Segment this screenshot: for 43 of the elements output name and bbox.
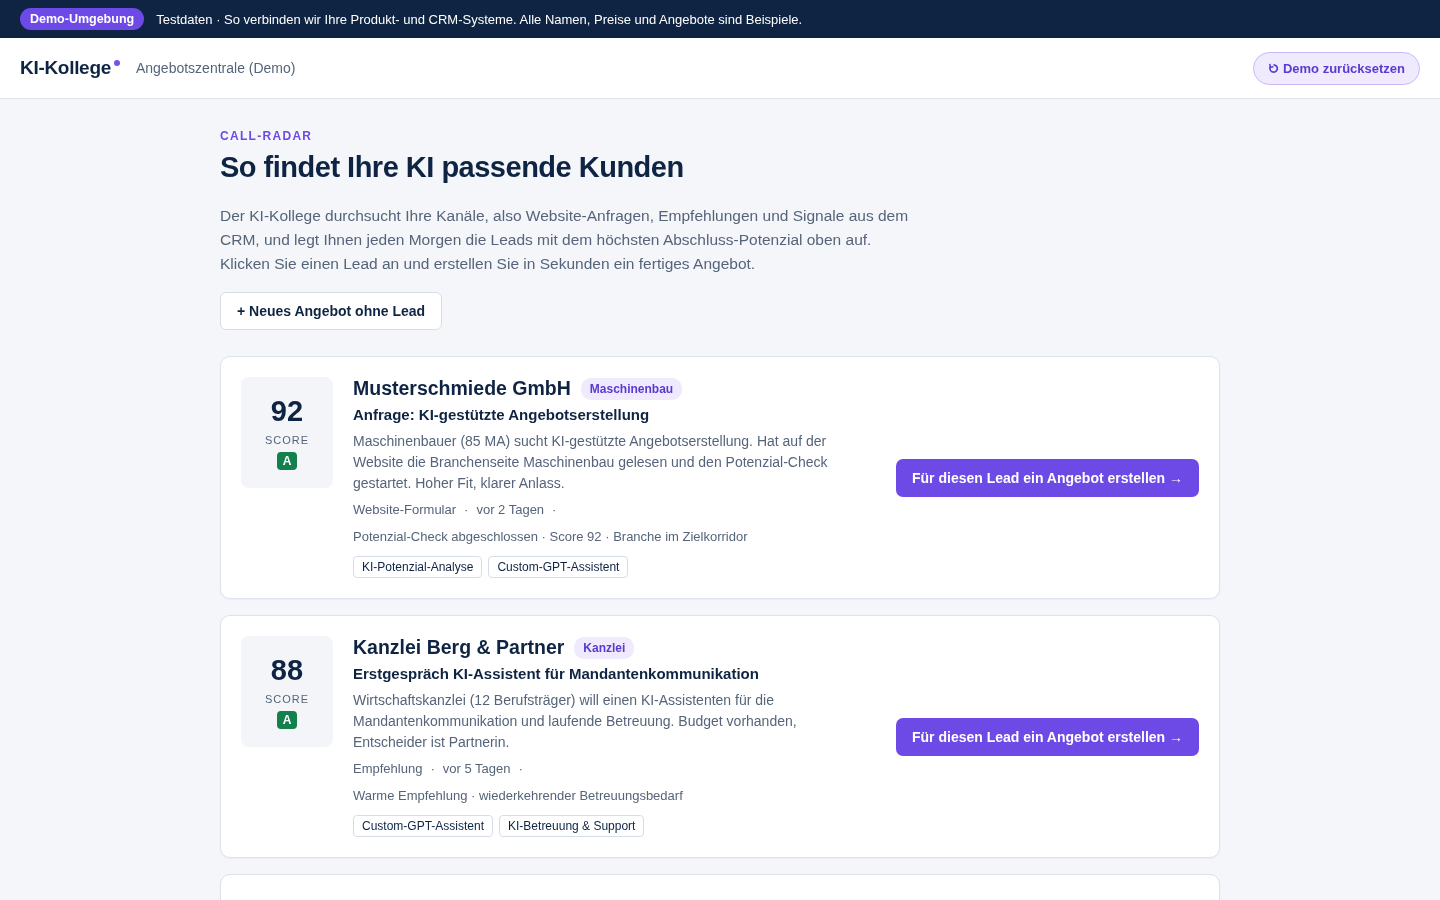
company-name: Musterschmiede GmbH: [353, 377, 571, 400]
grade-badge: A: [276, 711, 298, 729]
service-tag: Custom-GPT-Assistent: [353, 815, 494, 837]
lead-subject: Erstgespräch KI-Assistent für Mandantenkommunikation: [353, 665, 760, 682]
score-value: 88: [270, 654, 304, 687]
meta-text: Website-Formular: [353, 502, 457, 517]
score-label: SCORE: [264, 434, 310, 446]
lead-card[interactable]: [220, 615, 1220, 858]
logo[interactable]: KI-Kollege: [20, 57, 111, 79]
company-name: Kanzlei Berg & Partner: [353, 636, 565, 659]
score-value: 92: [270, 395, 304, 428]
reset-icon: [1267, 62, 1279, 74]
meta-text: ·: [552, 502, 557, 517]
meta-text: ·: [430, 761, 435, 776]
meta-text: vor 5 Tagen: [442, 761, 511, 776]
industry-badge: Kanzlei: [574, 636, 635, 659]
eyebrow-label: CALL-RADAR: [220, 129, 314, 143]
lead-description: Maschinenbauer (85 MA) sucht KI-gestützte Angebotserstellung. Hat auf der Website die Branchenseite Maschinenbau gelesen und den Potenzial-Check gestartet. Hoher Fit, klarer Anlass.: [353, 432, 829, 493]
create-offer-button[interactable]: Für diesen Lead ein Angebot erstellen →: [896, 717, 1199, 756]
grade-badge: A: [276, 452, 298, 470]
header-subtitle: Angebotszentrale (Demo): [135, 60, 296, 76]
industry-badge: Maschinenbau: [580, 377, 683, 400]
lead-subject: Anfrage: KI-gestützte Angebotserstellung: [353, 406, 651, 423]
lead-signals: Potenzial-Check abgeschlossen · Score 92 · Branche im Zielkorridor: [353, 529, 749, 544]
page-title: So findet Ihre KI passende Kunden: [220, 151, 685, 184]
lead-description: Wirtschaftskanzlei (12 Berufsträger) will einen KI-Assistenten für die Mandantenkommunikation und laufende Betreuung. Budget vorhanden, Entscheider ist Partnerin.: [353, 691, 798, 752]
demo-badge: Demo-Umgebung: [20, 8, 145, 30]
score-label: SCORE: [264, 693, 310, 705]
lead-signals: Warme Empfehlung · wiederkehrender Betreuungsbedarf: [353, 788, 684, 803]
service-tag: Custom-GPT-Assistent: [488, 556, 629, 578]
dot-icon: [113, 60, 120, 66]
meta-text: vor 2 Tagen: [476, 502, 545, 517]
meta-text: ·: [518, 761, 523, 776]
new-offer-button[interactable]: + Neues Angebot ohne Lead: [220, 292, 443, 330]
service-tag: KI-Betreuung & Support: [499, 815, 645, 837]
service-tag: KI-Potenzial-Analyse: [353, 556, 483, 578]
meta-text: Empfehlung: [353, 761, 423, 776]
meta-text: ·: [464, 502, 469, 517]
reset-button[interactable]: Demo zurücksetzen: [1252, 51, 1420, 85]
banner-text: Testdaten · So verbinden wir Ihre Produkt- und CRM-Systeme. Alle Namen, Preise und Angebote sind Beispiele.: [156, 11, 803, 27]
intro-text: Der KI-Kollege durchsucht Ihre Kanäle, also Website-Anfragen, Empfehlungen und Signale aus dem CRM, und legt Ihnen jeden Morgen die Leads mit dem höchsten Abschluss-Potenzial oben auf. Klicken Sie einen Lead an und erstellen Sie in Sekunden ein fertiges Angebot.: [220, 206, 910, 274]
lead-card[interactable]: [220, 356, 1220, 599]
create-offer-button[interactable]: Für diesen Lead ein Angebot erstellen →: [896, 458, 1199, 497]
